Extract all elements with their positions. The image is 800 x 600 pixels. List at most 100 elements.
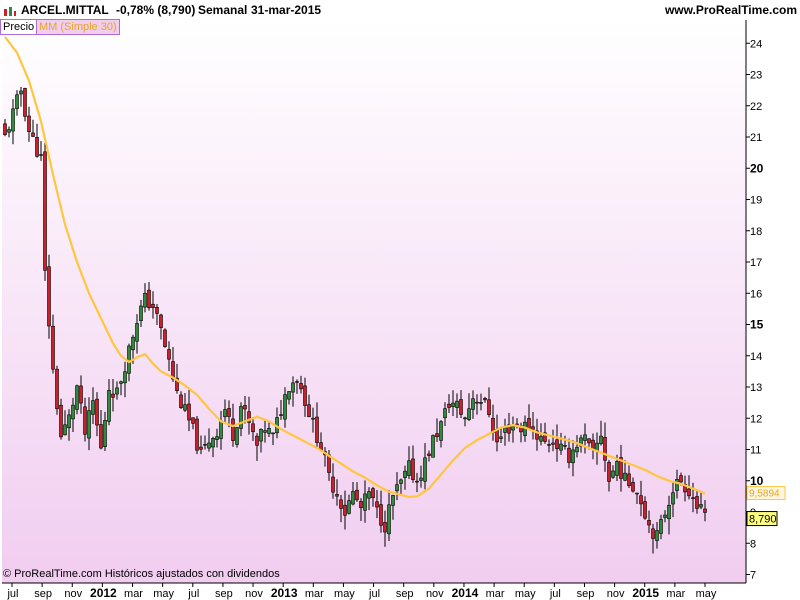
candle-body [287, 391, 291, 400]
candle-body [435, 433, 439, 438]
candle-body [291, 382, 295, 393]
candle-body [231, 418, 235, 441]
candle-body [183, 404, 187, 411]
candle-body [151, 303, 155, 308]
candle-body [91, 400, 95, 415]
time-tick-label: jul [549, 588, 561, 600]
candle-body [107, 390, 111, 422]
candle-body [383, 522, 387, 533]
candle-body [139, 305, 143, 322]
candle-body [667, 504, 671, 520]
price-tick-label: 13 [750, 382, 762, 394]
candle-body [455, 400, 459, 408]
candle-body [19, 90, 23, 95]
time-tick-label: nov [607, 588, 625, 600]
candle-body [179, 394, 183, 408]
time-tick-label: nov [426, 588, 444, 600]
candle [59, 398, 63, 440]
candle-body [83, 406, 87, 435]
candle-body [471, 398, 475, 410]
candle-body [227, 408, 231, 417]
candle-body [415, 480, 419, 483]
candle-body [239, 406, 243, 429]
price-tick-label: 20 [750, 161, 764, 175]
time-tick-label: may [515, 588, 536, 600]
candle-body [399, 479, 403, 484]
candle-body [299, 383, 303, 390]
candle-body [3, 123, 7, 135]
candle-body [371, 488, 375, 499]
legend-price[interactable]: Precio [0, 19, 38, 35]
price-tick-label: 18 [750, 226, 762, 238]
plot-area[interactable] [2, 20, 746, 583]
candle-body [207, 442, 211, 449]
candle-body [423, 457, 427, 482]
candle-body [267, 428, 271, 434]
candle-body [331, 476, 335, 493]
time-tick-label: jul [368, 588, 380, 600]
time-tick-label: nov [245, 588, 263, 600]
candle-body [167, 349, 171, 360]
candle-body [203, 443, 207, 446]
candle [163, 328, 167, 348]
candle-body [63, 424, 67, 436]
candle-body [295, 381, 299, 383]
last-ma-value: 9,5894 [749, 489, 780, 500]
candle-body [659, 519, 663, 534]
candle-body [375, 501, 379, 508]
time-tick-label: mar [666, 588, 685, 600]
candle-body [279, 414, 283, 416]
price-tick-label: 21 [750, 132, 762, 144]
candle-body [623, 472, 627, 481]
time-tick-label: may [153, 588, 174, 600]
candle-body [359, 501, 363, 509]
candle-body [555, 439, 559, 450]
candle-body [59, 404, 63, 438]
candle-body [631, 482, 635, 492]
legend-moving-average[interactable]: MM (Simple 30) [36, 19, 120, 35]
candle-body [691, 497, 695, 499]
candle-body [115, 387, 119, 395]
candle-body [499, 436, 503, 439]
candle-body [159, 314, 163, 328]
candle-body [503, 427, 507, 433]
candle-body [447, 403, 451, 408]
candle-body [103, 420, 107, 447]
candle [431, 434, 435, 458]
candle-body [663, 514, 667, 518]
timeframe-label: Semanal [198, 3, 248, 17]
candle-body [603, 436, 607, 461]
price-tick-label: 19 [750, 195, 762, 207]
candle-body [303, 385, 307, 406]
price-tick-label: 23 [750, 70, 762, 82]
candle-body [131, 336, 135, 351]
candle-body [567, 447, 571, 463]
candle-body [539, 436, 543, 442]
price-tick-label: 24 [750, 38, 762, 50]
candle-body [51, 325, 55, 370]
candle-body [487, 399, 491, 415]
candle-body [419, 477, 423, 481]
candle-body [347, 500, 351, 514]
price-tick-label: 17 [750, 257, 762, 269]
site-link[interactable]: www.ProRealTime.com [665, 3, 797, 17]
candle-body [23, 88, 27, 117]
candle-body [195, 418, 199, 451]
candle-body [431, 435, 435, 458]
candle-body [687, 488, 691, 497]
candle-body [243, 405, 247, 410]
last-price-value: 8,790 [749, 514, 777, 526]
candle-body [259, 428, 263, 442]
candle-body [39, 154, 43, 156]
candle-body [135, 323, 139, 342]
candle-body [427, 453, 431, 456]
time-axis-ticks: jul sep nov 2012 mar may jul sep nov 2013 mar may ju… [6, 583, 717, 600]
candle-body [547, 444, 551, 446]
time-tick-label: 2012 [90, 586, 117, 600]
candle-body [671, 492, 675, 505]
candle-body [407, 460, 411, 476]
candle-body [379, 504, 383, 526]
candle-body [143, 292, 147, 308]
price-tick-label: 12 [750, 413, 762, 425]
candle-body [451, 402, 455, 407]
